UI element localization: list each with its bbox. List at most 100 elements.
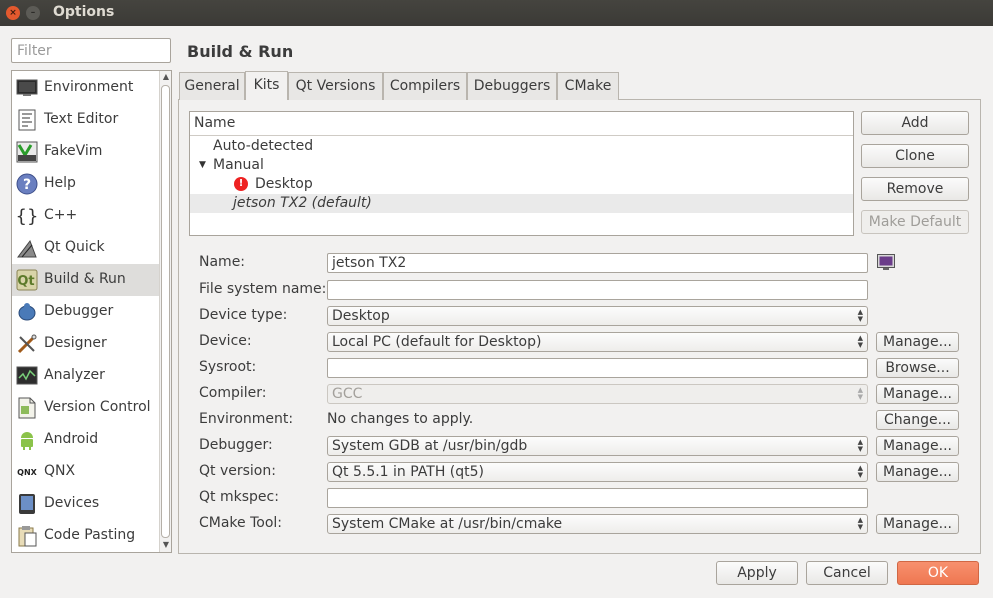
tree-row-label: Auto-detected bbox=[213, 138, 314, 154]
category-label: Version Control bbox=[44, 399, 151, 415]
filter-input[interactable] bbox=[11, 38, 171, 63]
scroll-up-icon[interactable]: ▲ bbox=[161, 72, 171, 81]
compiler-label: Compiler: bbox=[199, 385, 267, 401]
category-text-editor[interactable]: Text Editor bbox=[12, 104, 159, 136]
qt-version-label: Qt version: bbox=[199, 463, 276, 479]
category-label: Text Editor bbox=[44, 111, 119, 127]
remove-button[interactable]: Remove bbox=[861, 177, 969, 201]
monitor-icon bbox=[15, 77, 39, 99]
svg-text:?: ? bbox=[23, 177, 31, 193]
category-fakevim[interactable]: FakeVim bbox=[12, 136, 159, 168]
text-document-icon bbox=[15, 109, 39, 131]
category-label: Qt Quick bbox=[44, 239, 105, 255]
make-default-button[interactable]: Make Default bbox=[861, 210, 969, 234]
svg-text:{}: {} bbox=[16, 206, 38, 227]
svg-text:QNX: QNX bbox=[17, 468, 37, 477]
device-manage-button[interactable]: Manage... bbox=[876, 332, 959, 352]
category-android[interactable]: Android bbox=[12, 424, 159, 456]
category-label: FakeVim bbox=[44, 143, 103, 159]
updown-arrows-icon: ▲ ▼ bbox=[857, 308, 863, 323]
tree-row-desktop[interactable]: ! Desktop bbox=[190, 175, 853, 194]
sysroot-field[interactable] bbox=[327, 358, 868, 378]
device-select[interactable]: Local PC (default for Desktop) ▲ ▼ bbox=[327, 332, 868, 352]
category-designer[interactable]: Designer bbox=[12, 328, 159, 360]
apply-button[interactable]: Apply bbox=[716, 561, 798, 585]
category-analyzer[interactable]: Analyzer bbox=[12, 360, 159, 392]
error-icon: ! bbox=[234, 177, 248, 191]
category-label: Environment bbox=[44, 79, 134, 95]
tree-header-name[interactable]: Name bbox=[190, 112, 853, 136]
updown-arrows-icon: ▲ ▼ bbox=[857, 334, 863, 349]
compiler-manage-button[interactable]: Manage... bbox=[876, 384, 959, 404]
cmake-tool-select[interactable]: System CMake at /usr/bin/cmake ▲ ▼ bbox=[327, 514, 868, 534]
scrollbar-thumb[interactable] bbox=[161, 85, 170, 538]
category-version-control[interactable]: Version Control bbox=[12, 392, 159, 424]
category-devices[interactable]: Devices bbox=[12, 488, 159, 520]
name-field[interactable]: jetson TX2 bbox=[327, 253, 868, 273]
kits-tree: Name Auto-detected ▼ Manual ! Desktop je… bbox=[189, 111, 854, 236]
clone-button[interactable]: Clone bbox=[861, 144, 969, 168]
version-control-icon bbox=[15, 397, 39, 419]
environment-label: Environment: bbox=[199, 411, 294, 427]
qt-version-select[interactable]: Qt 5.5.1 in PATH (qt5) ▲ ▼ bbox=[327, 462, 868, 482]
scroll-down-icon[interactable]: ▼ bbox=[161, 540, 171, 549]
cmake-tool-manage-button[interactable]: Manage... bbox=[876, 514, 959, 534]
tree-row-auto-detected[interactable]: Auto-detected bbox=[190, 137, 853, 156]
devices-icon bbox=[15, 493, 39, 515]
tab-debuggers[interactable]: Debuggers bbox=[467, 72, 557, 100]
category-qt-quick[interactable]: Qt Quick bbox=[12, 232, 159, 264]
tree-row-manual[interactable]: ▼ Manual bbox=[190, 156, 853, 175]
cancel-button[interactable]: Cancel bbox=[806, 561, 888, 585]
add-button[interactable]: Add bbox=[861, 111, 969, 135]
close-window-icon[interactable]: × bbox=[6, 6, 20, 20]
qtquick-icon bbox=[15, 237, 39, 259]
page-title: Build & Run bbox=[187, 42, 294, 61]
updown-arrows-icon: ▲ ▼ bbox=[857, 464, 863, 479]
updown-arrows-icon: ▲ ▼ bbox=[857, 438, 863, 453]
minimize-window-icon[interactable]: – bbox=[26, 6, 40, 20]
android-icon bbox=[15, 429, 39, 451]
tree-row-jetson-tx2[interactable]: jetson TX2 (default) bbox=[190, 194, 853, 213]
tab-general[interactable]: General bbox=[179, 72, 245, 100]
debugger-manage-button[interactable]: Manage... bbox=[876, 436, 959, 456]
qt-mkspec-field[interactable] bbox=[327, 488, 868, 508]
expanded-triangle-icon[interactable]: ▼ bbox=[199, 156, 206, 175]
sysroot-browse-button[interactable]: Browse... bbox=[876, 358, 959, 378]
environment-change-button[interactable]: Change... bbox=[876, 410, 959, 430]
qt-version-manage-button[interactable]: Manage... bbox=[876, 462, 959, 482]
category-cpp[interactable]: {} C++ bbox=[12, 200, 159, 232]
fakevim-icon bbox=[15, 141, 39, 163]
code-pasting-icon bbox=[15, 525, 39, 547]
category-environment[interactable]: Environment bbox=[12, 72, 159, 104]
compiler-select[interactable]: GCC ▲ ▼ bbox=[327, 384, 868, 404]
title-bar: × – Options bbox=[0, 0, 993, 26]
tab-cmake[interactable]: CMake bbox=[557, 72, 619, 100]
tab-qt-versions[interactable]: Qt Versions bbox=[288, 72, 383, 100]
tab-compilers[interactable]: Compilers bbox=[383, 72, 467, 100]
updown-arrows-icon: ▲ ▼ bbox=[857, 516, 863, 531]
category-build-run[interactable]: Qt Build & Run bbox=[12, 264, 159, 296]
designer-icon bbox=[15, 333, 39, 355]
category-qnx[interactable]: QNX QNX bbox=[12, 456, 159, 488]
debugger-select[interactable]: System GDB at /usr/bin/gdb ▲ ▼ bbox=[327, 436, 868, 456]
build-run-icon: Qt bbox=[15, 269, 39, 291]
tree-row-label: Manual bbox=[213, 157, 264, 173]
device-monitor-icon[interactable] bbox=[877, 254, 895, 271]
cmake-tool-label: CMake Tool: bbox=[199, 515, 283, 531]
category-scrollbar[interactable]: ▲ ▼ bbox=[159, 71, 171, 552]
category-label: QNX bbox=[44, 463, 76, 479]
name-label: Name: bbox=[199, 254, 246, 270]
device-type-select[interactable]: Desktop ▲ ▼ bbox=[327, 306, 868, 326]
ok-button[interactable]: OK bbox=[897, 561, 979, 585]
category-code-pasting[interactable]: Code Pasting bbox=[12, 520, 159, 552]
tab-kits[interactable]: Kits bbox=[245, 71, 288, 100]
tree-row-label: Desktop bbox=[255, 176, 313, 192]
category-help[interactable]: ? Help bbox=[12, 168, 159, 200]
analyzer-icon bbox=[15, 365, 39, 387]
fs-name-field[interactable] bbox=[327, 280, 868, 300]
device-value: Local PC (default for Desktop) bbox=[332, 334, 542, 350]
category-debugger[interactable]: Debugger bbox=[12, 296, 159, 328]
cmake-tool-value: System CMake at /usr/bin/cmake bbox=[332, 516, 563, 532]
category-list: Environment Text Editor FakeVim ? Help {… bbox=[11, 70, 172, 553]
category-label: C++ bbox=[44, 207, 78, 223]
